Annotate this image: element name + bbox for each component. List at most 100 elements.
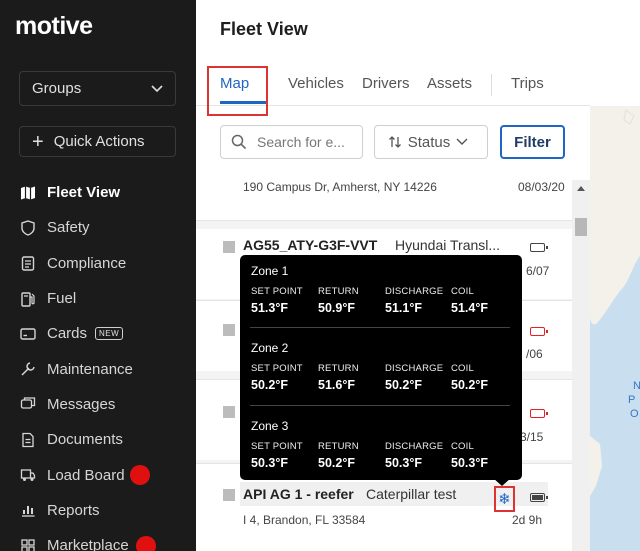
tab-trips[interactable]: Trips <box>511 75 544 92</box>
list-item[interactable]: 190 Campus Dr, Amherst, NY 14226 08/03/2… <box>196 180 572 220</box>
row-divider <box>196 220 572 221</box>
row-checkbox[interactable] <box>223 489 235 501</box>
return-value: 51.6°F <box>318 378 355 392</box>
sidebar-item-label: Load Board <box>47 466 125 484</box>
vehicle-time: 2d 9h <box>512 513 543 527</box>
tab-drivers[interactable]: Drivers <box>362 75 410 92</box>
quick-actions-button[interactable]: + Quick Actions <box>19 126 176 157</box>
sidebar-item-label: Documents <box>47 431 123 449</box>
sidebar-item-marketplace[interactable]: Marketplace <box>0 528 196 551</box>
reefer-snowflake-icon[interactable]: ❄ <box>494 486 515 512</box>
groups-dropdown[interactable]: Groups <box>19 71 176 106</box>
sidebar-item-reports[interactable]: Reports <box>0 493 196 528</box>
discharge-header: DISCHARGE <box>385 286 444 297</box>
vehicle-model: Caterpillar test <box>366 486 457 502</box>
groups-label: Groups <box>32 80 82 97</box>
sidebar-item-messages[interactable]: Messages <box>0 387 196 422</box>
filter-button[interactable]: Filter <box>500 125 565 159</box>
fuel-pump-icon <box>20 291 36 307</box>
sidebar-item-label: Cards <box>47 325 88 343</box>
sidebar-item-label: Reports <box>47 501 100 519</box>
battery-full-icon <box>530 493 548 502</box>
new-badge: NEW <box>95 327 124 341</box>
map-label: N <box>633 380 640 392</box>
set-point-header: SET POINT <box>251 286 303 297</box>
alert-dot <box>130 465 150 486</box>
sidebar-item-compliance[interactable]: Compliance <box>0 246 196 281</box>
discharge-value: 51.1°F <box>385 301 422 315</box>
zone-divider <box>250 405 510 406</box>
search-input[interactable]: Search for e... <box>220 125 363 159</box>
return-header: RETURN <box>318 363 359 374</box>
map-top-bar <box>590 0 640 106</box>
map-land-shapes <box>590 106 640 496</box>
status-dropdown[interactable]: Status <box>374 125 488 159</box>
chart-icon <box>20 502 36 518</box>
status-label: Status <box>407 133 451 151</box>
plus-icon: + <box>32 130 44 153</box>
map-tab-highlight <box>207 66 268 116</box>
document-icon <box>20 432 36 448</box>
sidebar-item-safety[interactable]: Safety <box>0 210 196 245</box>
chevron-down-icon <box>151 84 163 92</box>
sidebar-nav: Fleet View Safety Compliance Fuel Cards <box>0 175 196 551</box>
coil-header: COIL <box>451 441 474 452</box>
sidebar-item-cards[interactable]: Cards NEW <box>0 316 196 351</box>
coil-header: COIL <box>451 286 474 297</box>
return-header: RETURN <box>318 441 359 452</box>
map-label: P <box>628 394 636 406</box>
set-point-header: SET POINT <box>251 363 303 374</box>
scroll-up-icon[interactable] <box>577 186 585 191</box>
sidebar-item-label: Marketplace <box>47 537 129 551</box>
zone-2: Zone 2 SET POINT RETURN DISCHARGE COIL 5… <box>251 341 511 392</box>
zone-1: Zone 1 SET POINT RETURN DISCHARGE COIL 5… <box>251 264 511 315</box>
sidebar-item-label: Messages <box>47 395 116 413</box>
shield-icon <box>20 220 36 236</box>
battery-low-icon <box>530 327 548 336</box>
vehicle-time: 3/15 <box>520 430 544 444</box>
vehicle-name[interactable]: API AG 1 - reefer <box>243 486 354 502</box>
zone-title: Zone 1 <box>251 264 289 278</box>
discharge-value: 50.3°F <box>385 456 422 470</box>
vehicle-address: I 4, Brandon, FL 33584 <box>243 513 366 527</box>
vehicle-name[interactable]: AG55_ATY-G3F-VVT <box>243 237 377 253</box>
sidebar-item-maintenance[interactable]: Maintenance <box>0 351 196 386</box>
vehicle-time: 08/03/20 <box>518 180 565 194</box>
return-value: 50.2°F <box>318 456 355 470</box>
tab-vehicles[interactable]: Vehicles <box>288 75 344 92</box>
motive-logo[interactable]: motive <box>15 12 93 41</box>
sidebar-item-fuel[interactable]: Fuel <box>0 281 196 316</box>
wrench-icon <box>20 361 36 377</box>
scroll-thumb[interactable] <box>575 218 587 236</box>
set-point-value: 50.2°F <box>251 378 288 392</box>
truck-icon <box>20 467 36 483</box>
search-placeholder: Search for e... <box>257 134 345 150</box>
sidebar: motive Groups + Quick Actions Fleet View… <box>0 0 196 551</box>
sidebar-item-fleet-view[interactable]: Fleet View <box>0 175 196 210</box>
tab-divider <box>491 74 492 96</box>
map-icon <box>20 185 36 201</box>
sidebar-item-documents[interactable]: Documents <box>0 422 196 457</box>
discharge-header: DISCHARGE <box>385 441 444 452</box>
tooltip-arrow <box>493 478 511 486</box>
sidebar-item-label: Maintenance <box>47 360 133 378</box>
sort-icon <box>388 136 401 148</box>
alert-dot <box>136 535 156 551</box>
return-header: RETURN <box>318 286 359 297</box>
search-icon <box>231 134 247 150</box>
tab-assets[interactable]: Assets <box>427 75 472 92</box>
list-scrollbar[interactable] <box>572 180 590 551</box>
row-checkbox[interactable] <box>223 241 235 253</box>
sidebar-item-load-board[interactable]: Load Board <box>0 457 196 492</box>
sidebar-item-label: Fleet View <box>47 184 121 202</box>
row-checkbox[interactable] <box>223 406 235 418</box>
quick-actions-label: Quick Actions <box>53 133 145 150</box>
set-point-header: SET POINT <box>251 441 303 452</box>
sidebar-item-label: Safety <box>47 219 90 237</box>
vehicle-time: /06 <box>526 347 543 361</box>
card-icon <box>20 326 36 342</box>
discharge-value: 50.2°F <box>385 378 422 392</box>
map-view[interactable]: N P O <box>590 0 640 551</box>
row-checkbox[interactable] <box>223 324 235 336</box>
zone-title: Zone 2 <box>251 341 289 355</box>
